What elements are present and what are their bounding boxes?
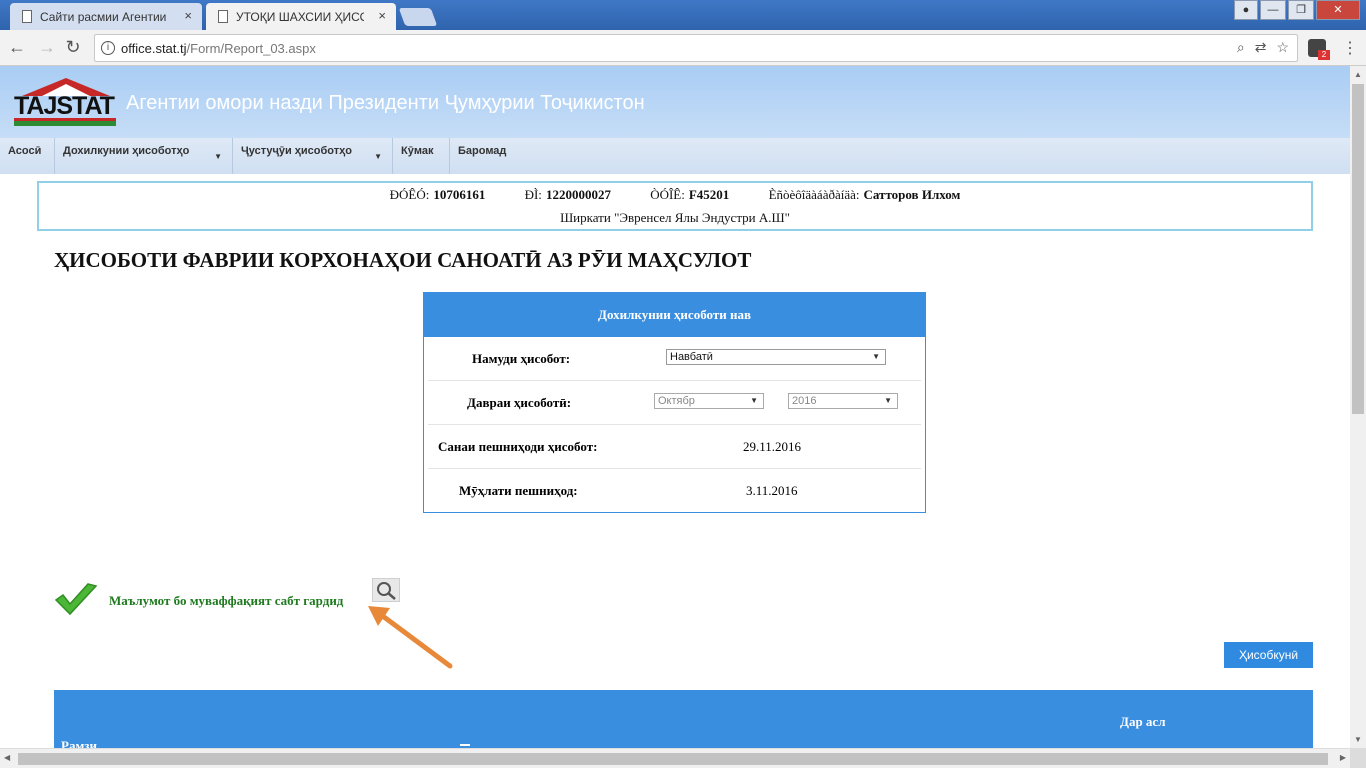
scroll-up-icon[interactable]: ▲ — [1354, 70, 1362, 79]
info-label: ÐÌ: — [524, 187, 542, 202]
url-path: /Form/Report_03.aspx — [186, 40, 316, 56]
nav-home[interactable]: Асосӣ — [0, 138, 55, 174]
scroll-corner — [1350, 748, 1366, 768]
site-title: Агентии омори назди Президенти Ҷумҳурии … — [126, 92, 645, 114]
table-col-code: Рамзи — [61, 738, 98, 748]
form-title: Дохилкунии ҳисоботи нав — [424, 293, 925, 337]
browser-tab-1[interactable]: Сайти расмии Агентии × — [10, 3, 202, 30]
nav-label: Баромад — [458, 145, 507, 157]
page-icon — [218, 10, 228, 23]
report-type-value: Навбатӣ — [670, 351, 713, 363]
scroll-thumb[interactable] — [1352, 84, 1364, 414]
chevron-down-icon: ▼ — [750, 396, 758, 405]
chevron-down-icon: ▼ — [884, 396, 892, 405]
vertical-scrollbar[interactable]: ▲ ▼ — [1350, 66, 1366, 748]
minimize-button[interactable]: — — [1260, 0, 1286, 20]
deadline-row: Мӯҳлати пешниҳод: 3.11.2016 — [428, 469, 921, 513]
close-tab-icon[interactable]: × — [378, 8, 386, 23]
tab-title: УТОҚИ ШАХСИИ ҲИСОБ — [236, 9, 364, 24]
maximize-button[interactable]: ❐ — [1288, 0, 1314, 20]
nav-label: Дохилкунии ҳисоботҳо — [63, 145, 190, 157]
submit-date-value: 29.11.2016 — [743, 439, 802, 454]
success-text: Маълумот бо муваффақият сабт гардид — [109, 593, 344, 608]
back-icon[interactable]: ← — [6, 37, 28, 59]
nav-help[interactable]: Кӯмак — [393, 138, 450, 174]
nav-label: Ҷустуҷӯи ҳисоботҳо — [241, 145, 352, 157]
table-col-actual: Дар асл — [1120, 714, 1166, 729]
scroll-left-icon[interactable]: ◀ — [4, 753, 10, 762]
browser-toolbar: ← → ↻ i office.stat.tj/Form/Report_03.as… — [0, 30, 1366, 66]
nav-label: Кӯмак — [401, 145, 434, 157]
new-tab-button[interactable] — [398, 8, 438, 26]
info-value: Сатторов Илхом — [863, 187, 961, 202]
scroll-right-icon[interactable]: ▶ — [1340, 753, 1346, 762]
page-icon — [22, 10, 32, 23]
checkmark-icon — [54, 583, 98, 616]
site-info-icon[interactable]: i — [101, 41, 115, 55]
scroll-thumb[interactable] — [18, 753, 1328, 765]
site-header: TAJSTAT Агентии омори назди Президенти Ҷ… — [0, 66, 1350, 138]
url-host: office.stat.tj — [121, 40, 187, 56]
address-bar[interactable]: i office.stat.tj/Form/Report_03.aspx ⌕ ⇄… — [94, 34, 1298, 62]
tab-title: Сайти расмии Агентии — [40, 9, 167, 24]
extension-badge: 2 — [1318, 50, 1330, 60]
nav-logout[interactable]: Баромад — [450, 138, 520, 174]
report-period-row: Давраи ҳисоботӣ: Октябр ▼ 2016 ▼ — [428, 381, 921, 425]
period-month-select[interactable]: Октябр ▼ — [654, 393, 764, 409]
deadline-value: 3.11.2016 — [746, 483, 798, 498]
user-icon[interactable]: ● — [1234, 0, 1258, 20]
info-fields: ÐÓÊÓ: 10706161 ÐÌ: 1220000027 ÒÓÎÊ: F45201 … — [39, 187, 1311, 203]
logo-text: TAJSTAT — [14, 92, 115, 120]
calculate-button[interactable]: Ҳисобкунӣ — [1224, 642, 1313, 668]
period-year-select[interactable]: 2016 ▼ — [788, 393, 898, 409]
info-value: 1220000027 — [545, 187, 611, 202]
page-viewport: TAJSTAT Агентии омори назди Президенти Ҷ… — [0, 66, 1350, 748]
info-value: 10706161 — [433, 187, 486, 202]
report-period-label: Давраи ҳисоботӣ: — [467, 395, 572, 410]
report-type-row: Намуди ҳисобот: Навбатӣ ▼ — [428, 337, 921, 381]
browser-tab-strip: Сайти расмии Агентии × УТОҚИ ШАХСИИ ҲИСО… — [0, 0, 1366, 30]
period-month-value: Октябр — [658, 395, 695, 407]
window-controls: ● — ❐ ✕ — [1234, 0, 1360, 20]
deadline-label: Мӯҳлати пешниҳод: — [459, 483, 578, 498]
reload-icon[interactable]: ↻ — [62, 37, 84, 59]
info-value: F45201 — [688, 187, 730, 202]
info-label: ÐÓÊÓ: — [389, 187, 430, 202]
user-info-box: ÐÓÊÓ: 10706161 ÐÌ: 1220000027 ÒÓÎÊ: F45201 … — [37, 181, 1313, 231]
site-nav: Асосӣ Дохилкунии ҳисоботҳо ▼ Ҷустуҷӯи ҳис… — [0, 138, 1350, 174]
scroll-down-icon[interactable]: ▼ — [1354, 735, 1362, 744]
table-header: Дар асл Рамзи — [54, 690, 1313, 748]
forward-icon[interactable]: → — [36, 37, 58, 59]
nav-enter-reports[interactable]: Дохилкунии ҳисоботҳо ▼ — [55, 138, 233, 174]
report-type-select[interactable]: Навбатӣ ▼ — [666, 349, 886, 365]
browser-menu-icon[interactable]: ⋮ — [1342, 38, 1358, 58]
annotation-arrow-icon — [368, 606, 453, 669]
nav-label: Асосӣ — [8, 145, 42, 157]
horizontal-scrollbar[interactable]: ◀ ▶ — [0, 748, 1350, 768]
company-name: Ширкати "Эвренсел Ялы Эндустри А.Ш" — [560, 210, 790, 225]
bookmark-star-icon[interactable]: ☆ — [1276, 39, 1289, 56]
close-tab-icon[interactable]: × — [184, 8, 192, 23]
report-type-label: Намуди ҳисобот: — [472, 351, 571, 366]
submit-date-label: Санаи пешниҳоди ҳисобот: — [438, 439, 598, 454]
submit-date-row: Санаи пешниҳоди ҳисобот: 29.11.2016 — [428, 425, 921, 469]
zoom-icon[interactable]: ⌕ — [1237, 39, 1245, 56]
browser-tab-2[interactable]: УТОҚИ ШАХСИИ ҲИСОБ × — [206, 3, 396, 30]
new-report-form: Дохилкунии ҳисоботи нав Намуди ҳисобот: … — [423, 292, 926, 513]
logo-band-green — [14, 121, 116, 126]
close-window-button[interactable]: ✕ — [1316, 0, 1360, 20]
nav-search-reports[interactable]: Ҷустуҷӯи ҳисоботҳо ▼ — [233, 138, 393, 174]
table-col-divider — [460, 744, 470, 746]
chevron-down-icon: ▼ — [374, 152, 382, 161]
chevron-down-icon: ▼ — [872, 352, 880, 361]
info-label: Èñòèôîäàáàðàíäà: — [768, 187, 860, 202]
period-year-value: 2016 — [792, 395, 817, 407]
translate-icon[interactable]: ⇄ — [1255, 39, 1267, 56]
chevron-down-icon: ▼ — [214, 152, 222, 161]
page-title: ҲИСОБОТИ ФАВРИИ КОРХОНАҲОИ САНОАТӢ АЗ РӮ… — [54, 248, 752, 272]
tajstat-logo[interactable]: TAJSTAT — [14, 78, 116, 126]
info-label: ÒÓÎÊ: — [650, 187, 685, 202]
